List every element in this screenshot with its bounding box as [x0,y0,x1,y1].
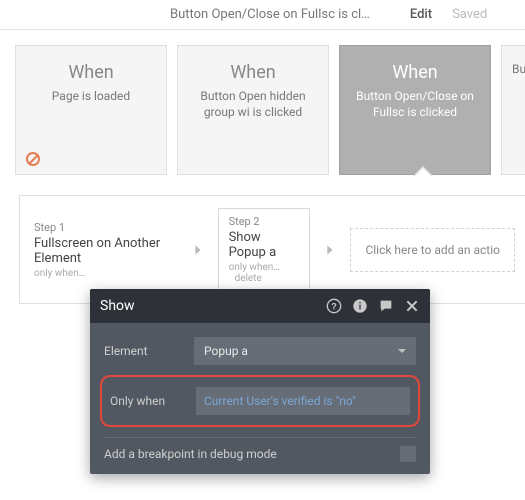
panel-title: Show [100,298,326,314]
event-card-partial[interactable]: Bu [501,45,525,175]
breakpoint-label: Add a breakpoint in debug mode [104,447,277,461]
breakpoint-row: Add a breakpoint in debug mode [104,437,416,462]
saved-label: Saved [452,7,487,22]
step-title: Show Popup a [229,230,300,260]
prohibited-icon [26,152,40,166]
element-select[interactable]: Popup a [194,337,416,365]
step-delete-link[interactable]: delete [235,273,262,284]
step-meta: only when… delete [229,262,300,284]
step-number: Step 2 [229,215,300,228]
topbar: Button Open/Close on Fullsc is cl… Edit … [0,0,525,30]
when-label: When [230,62,275,83]
only-when-expression[interactable]: Current User's verified is "no" [196,387,410,415]
element-row: Element Popup a [104,337,416,365]
expression-text: Current User's verified is "no" [204,394,356,408]
svg-text:?: ? [331,301,337,311]
property-panel: Show ? Element Popup a Only when [90,289,430,474]
event-desc: Page is loaded [52,89,130,105]
panel-icons: ? [326,298,420,314]
edit-link[interactable]: Edit [410,7,432,22]
panel-body: Element Popup a Only when Current User's… [90,323,430,474]
info-icon[interactable] [352,298,368,314]
when-label: When [68,62,113,83]
event-desc: Button Open/Close on Fullsc is clicked [350,89,480,120]
add-action-button[interactable]: Click here to add an actio [350,228,515,272]
help-icon[interactable]: ? [326,298,342,314]
panel-header[interactable]: Show ? [90,289,430,323]
breakpoint-checkbox[interactable] [400,446,416,462]
step-title: Fullscreen on Another Element [34,236,178,266]
only-when-row: Only when Current User's verified is "no… [100,375,420,427]
step-2[interactable]: Step 2 Show Popup a only when… delete [218,208,311,291]
step-meta: only when… [34,268,178,279]
workflow-area: When Page is loaded When Button Open hid… [0,30,525,304]
comment-icon[interactable] [378,298,394,314]
event-card-open-close-fullsc[interactable]: When Button Open/Close on Fullsc is clic… [339,45,491,175]
event-desc: Bu [512,62,525,78]
event-card-open-hidden[interactable]: When Button Open hidden group wi is clic… [177,45,329,175]
element-label: Element [104,344,184,358]
selected-pointer-icon [413,166,433,176]
step-number: Step 1 [34,221,178,234]
only-when-label: Only when [110,394,186,408]
steps-strip: Step 1 Fullscreen on Another Element onl… [19,195,525,304]
when-label: When [392,62,437,83]
step-1[interactable]: Step 1 Fullscreen on Another Element onl… [34,221,178,279]
page-title: Button Open/Close on Fullsc is cl… [170,7,370,22]
step-meta-only-when: only when… [229,262,280,273]
arrow-right-icon [190,242,206,258]
event-desc: Button Open hidden group wi is clicked [188,89,318,120]
close-icon[interactable] [404,298,420,314]
events-row: When Page is loaded When Button Open hid… [15,45,525,175]
arrow-right-icon [322,242,338,258]
element-value: Popup a [204,344,248,358]
event-card-page-loaded[interactable]: When Page is loaded [15,45,167,175]
